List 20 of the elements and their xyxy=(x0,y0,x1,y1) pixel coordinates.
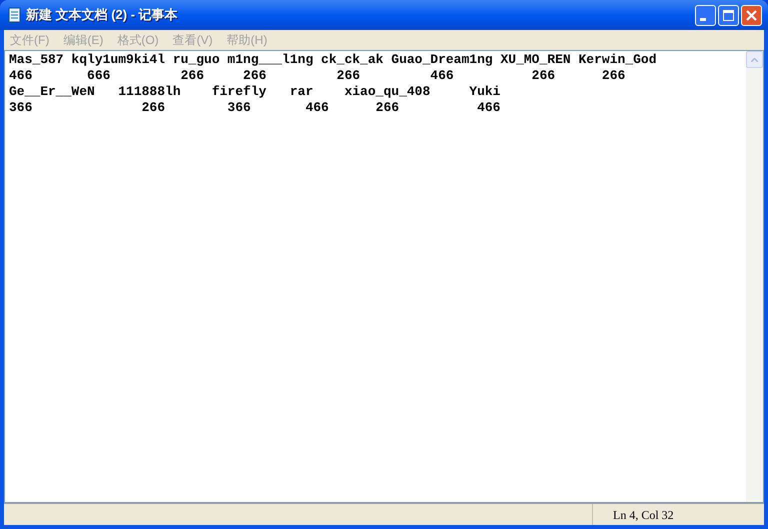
maximize-icon xyxy=(723,10,734,20)
text-line: Mas_587 kqly1um9ki4l ru_guo m1ng___l1ng ck_ck_ak Guao_Dream1ng XU_MO_REN Kerwin_God xyxy=(9,52,658,68)
window-title: 新建 文本文档 (2) - 记事本 xyxy=(26,6,178,24)
menu-item[interactable]: 编辑(E) xyxy=(63,31,104,49)
minimize-button[interactable] xyxy=(695,4,716,26)
chevron-up-icon xyxy=(751,58,758,62)
close-button[interactable] xyxy=(741,4,762,26)
menu-item[interactable]: 格式(O) xyxy=(117,31,159,49)
text-line: Ge__Er__WeN 111888lh firefly rar xiao_qu_408 Yuki xyxy=(9,84,502,100)
cursor-position: Ln 4, Col 32 xyxy=(592,504,764,525)
notepad-icon xyxy=(6,7,22,23)
close-icon xyxy=(746,10,757,20)
menu-item[interactable]: 文件(F) xyxy=(10,31,50,49)
menu-item[interactable]: 帮助(H) xyxy=(226,31,268,49)
vertical-scrollbar[interactable] xyxy=(746,51,763,502)
maximize-button[interactable] xyxy=(718,4,739,26)
text-line: 366 266 366 466 266 466 xyxy=(9,100,502,116)
text-line: 466 666 266 266 266 466 266 266 xyxy=(9,68,626,84)
minimize-icon xyxy=(700,18,706,20)
menu-item[interactable]: 查看(V) xyxy=(172,31,213,49)
